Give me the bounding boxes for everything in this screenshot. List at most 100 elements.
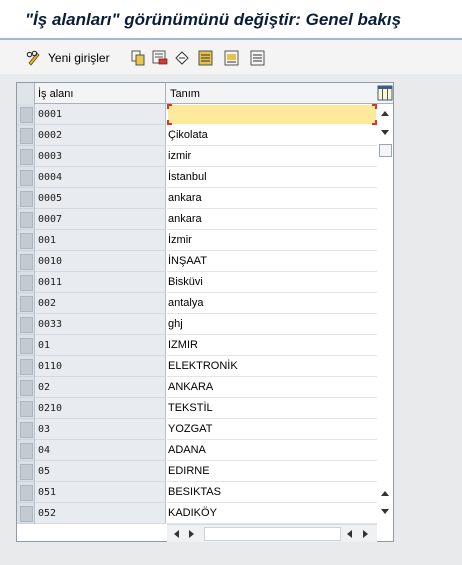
select-all-button[interactable] [198,49,214,66]
row-selector[interactable] [17,230,35,251]
copy-button[interactable] [130,49,146,66]
description-input[interactable]: ADANA [167,440,377,461]
row-selector[interactable] [17,398,35,419]
table-row[interactable]: 0003 izmir [17,146,377,167]
row-selector[interactable] [17,188,35,209]
description-input[interactable]: YOZGAT [167,419,377,440]
row-selector[interactable] [17,377,35,398]
description-input[interactable]: Bisküvi [167,272,377,293]
select-all-rows-cell[interactable] [17,83,35,104]
scroll-down-icon[interactable] [381,130,389,135]
select-block-button[interactable] [224,49,240,66]
focus-marker [167,104,172,109]
description-input[interactable]: İzmir [167,230,377,251]
column-header-description[interactable]: Tanım [167,83,377,104]
description-input[interactable] [167,104,377,125]
business-area-code-cell: 0007 [35,209,166,230]
column-header-business-area[interactable]: İş alanı [35,83,166,104]
delete-button[interactable] [152,49,168,66]
description-input[interactable]: IZMIR [167,335,377,356]
description-input[interactable]: ankara [167,209,377,230]
description-input[interactable]: İNŞAAT [167,251,377,272]
row-selector[interactable] [17,167,35,188]
deselect-all-button[interactable] [250,49,266,66]
row-selector[interactable] [17,503,35,524]
table-row[interactable]: 02 ANKARA [17,377,377,398]
table-row[interactable]: 0011 Bisküvi [17,272,377,293]
row-selector[interactable] [17,419,35,440]
business-area-code-cell: 0010 [35,251,166,272]
scroll-right-icon[interactable] [189,530,194,538]
scroll-page-down-icon[interactable] [381,509,389,514]
row-selector[interactable] [17,335,35,356]
horizontal-scroll-thumb[interactable] [204,527,341,541]
scroll-page-up-icon[interactable] [381,491,389,496]
row-selector[interactable] [17,356,35,377]
description-input[interactable]: İstanbul [167,167,377,188]
table-row[interactable]: 0210 TEKSTİL [17,398,377,419]
table-row[interactable]: 0010 İNŞAAT [17,251,377,272]
description-input[interactable]: izmir [167,146,377,167]
business-area-code-cell: 052 [35,503,166,524]
table-row[interactable]: 051 BESIKTAS [17,482,377,503]
business-area-code-cell: 04 [35,440,166,461]
description-input[interactable]: BESIKTAS [167,482,377,503]
row-selector[interactable] [17,293,35,314]
select-block-icon [224,50,239,65]
application-toolbar: Yeni girişler [0,40,462,74]
scroll-end-right-icon[interactable] [363,530,368,538]
table-settings-icon[interactable] [377,84,393,103]
description-input[interactable]: KADIKÖY [167,503,377,524]
scroll-up-icon[interactable] [381,111,389,116]
scroll-thumb[interactable] [379,144,392,157]
description-input[interactable]: ghj [167,314,377,335]
business-area-code-cell: 0033 [35,314,166,335]
table-row[interactable]: 0004 İstanbul [17,167,377,188]
vertical-scrollbar-bottom[interactable] [378,485,393,525]
row-selector[interactable] [17,104,35,125]
row-selector[interactable] [17,314,35,335]
table-row[interactable]: 0033 ghj [17,314,377,335]
horizontal-scrollbar[interactable] [167,524,377,542]
description-input[interactable]: antalya [167,293,377,314]
description-input[interactable]: TEKSTİL [167,398,377,419]
row-selector[interactable] [17,482,35,503]
vertical-scrollbar-top[interactable] [378,104,393,157]
table-row[interactable]: 05 EDIRNE [17,461,377,482]
description-input[interactable]: ELEKTRONİK [167,356,377,377]
undo-icon [175,50,189,65]
deselect-all-icon [250,50,265,65]
business-area-code-cell: 002 [35,293,166,314]
undo-button[interactable] [174,49,190,66]
row-selector[interactable] [17,146,35,167]
row-selector[interactable] [17,440,35,461]
business-area-code-cell: 0210 [35,398,166,419]
table-row[interactable]: 052 KADIKÖY [17,503,377,524]
description-input[interactable]: Çikolata [167,125,377,146]
new-entries-label: Yeni girişler [48,50,110,65]
table-row[interactable]: 03 YOZGAT [17,419,377,440]
description-input[interactable]: ANKARA [167,377,377,398]
description-input[interactable]: ankara [167,188,377,209]
row-selector[interactable] [17,209,35,230]
table-row[interactable]: 0001 [17,104,377,125]
table-row[interactable]: 01 IZMIR [17,335,377,356]
table-row[interactable]: 002 antalya [17,293,377,314]
table-row[interactable]: 0110 ELEKTRONİK [17,356,377,377]
delete-icon [152,50,168,64]
table-row[interactable]: 001 İzmir [17,230,377,251]
table-row[interactable]: 04 ADANA [17,440,377,461]
description-input[interactable]: EDIRNE [167,461,377,482]
row-selector[interactable] [17,272,35,293]
business-area-code-cell: 001 [35,230,166,251]
table-row[interactable]: 0007 ankara [17,209,377,230]
row-selector[interactable] [17,461,35,482]
new-entries-button[interactable]: Yeni girişler [26,49,110,66]
table-row[interactable]: 0002 Çikolata [17,125,377,146]
scroll-left-icon[interactable] [174,530,179,538]
business-area-code-cell: 02 [35,377,166,398]
table-row[interactable]: 0005 ankara [17,188,377,209]
scroll-end-left-icon[interactable] [347,530,352,538]
row-selector[interactable] [17,125,35,146]
row-selector[interactable] [17,251,35,272]
